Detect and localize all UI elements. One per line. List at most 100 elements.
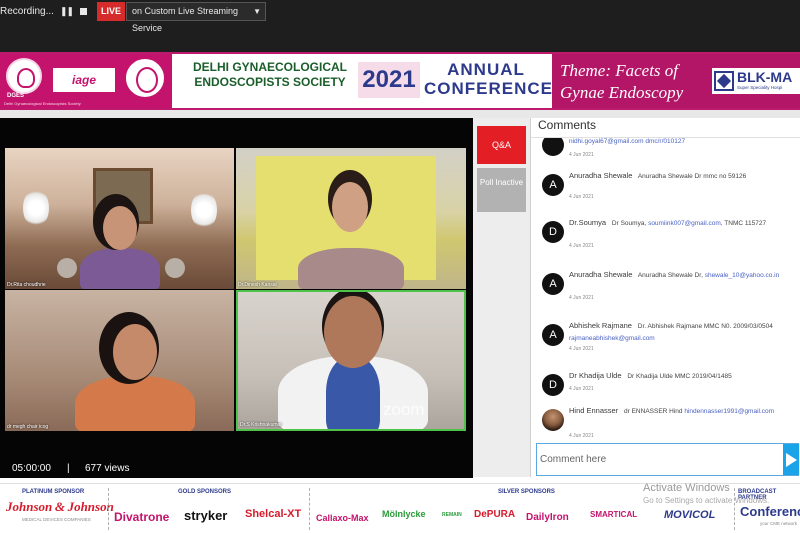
- comment-email[interactable]: rajmaneabhishek@gmail.com: [569, 335, 655, 342]
- silver-sponsor-heading: SILVER SPONSORS: [498, 489, 555, 495]
- avatar: [542, 138, 564, 156]
- pause-icon[interactable]: ❚❚: [60, 6, 74, 17]
- comment-text: Anuradha Shewale Dr,: [637, 272, 703, 279]
- list-item: Hind Ennasser dr ENNASSER Hind hindennas…: [531, 401, 800, 442]
- platinum-sponsor-heading: PLATINUM SPONSOR: [22, 489, 85, 495]
- comment-time: 4 Jun 2021: [569, 152, 594, 158]
- stream-service-label: on Custom Live Streaming Service: [132, 6, 239, 33]
- comment-email[interactable]: hindennasser1991@gmail.com: [684, 408, 774, 415]
- comments-list[interactable]: nidhi.goyal67@gmail.com dmc/r/010127 4 J…: [531, 137, 800, 442]
- list-item: D Dr.Soumya Dr Soumya, soumiink007@gmail…: [531, 213, 800, 260]
- participant-name: Dr.Rita choudhrie: [7, 282, 46, 288]
- video-tile-1: Dr.Rita choudhrie: [5, 148, 234, 289]
- comment-input[interactable]: [540, 448, 780, 471]
- participant-name: Dr.Dinesh Kansal: [238, 282, 277, 288]
- orchid-decor: [23, 188, 49, 228]
- comment-time: 4 Jun 2021: [569, 346, 594, 352]
- chevron-down-icon: ▼: [253, 7, 261, 16]
- comments-title: Comments: [538, 118, 597, 132]
- divider: [309, 488, 310, 530]
- avatar: [542, 409, 564, 431]
- conference-title: ANNUAL CONFERENCE: [424, 60, 554, 98]
- comment-body: Anuradha Shewale Anuradha Shewale Dr, sh…: [569, 269, 794, 282]
- comment-time: 4 Jun 2021: [569, 194, 594, 200]
- stream-service-select[interactable]: on Custom Live Streaming Service ▼: [126, 2, 266, 33]
- comment-text: TNMC 115727: [724, 220, 767, 227]
- screen: Recording... ❚❚ LIVE on Custom Live Stre…: [0, 0, 800, 533]
- sponsor-logo: Johnson & Johnson: [6, 499, 114, 514]
- participant-head: [113, 324, 157, 380]
- banner-logo-panel: DGES Delhi Gynaecological Endoscopists S…: [0, 54, 172, 108]
- avatar: D: [542, 221, 564, 243]
- conference-year: 2021: [358, 62, 420, 98]
- sponsor-sub: your CME network: [760, 521, 798, 526]
- comment-body: Hind Ennasser dr ENNASSER Hind hindennas…: [569, 405, 794, 418]
- side-actions: Q&A Poll Inactive: [473, 118, 530, 477]
- hospital-sub: Super Speciality Hospi: [737, 85, 783, 90]
- comment-body: Anuradha Shewale Anuradha Shewale Dr mmc…: [569, 170, 794, 183]
- participant-body: [298, 248, 404, 289]
- participant-head: [324, 296, 382, 368]
- hospital-logo: BLK-MA Super Speciality Hospi: [712, 68, 800, 94]
- comment-text: Dr. Abhishek Rajmane MMC N0. 2009/03/050…: [637, 323, 773, 330]
- theme-panel: Theme: Facets of Gynae Endoscopy: [552, 54, 712, 108]
- divider: [0, 110, 800, 118]
- sponsor-logo: Mölnlycke: [382, 509, 426, 519]
- comment-time: 4 Jun 2021: [569, 295, 594, 301]
- sponsor-logo: Shelcal-XT: [245, 508, 302, 520]
- list-item: A Anuradha Shewale Anuradha Shewale Dr, …: [531, 265, 800, 312]
- sponsor-logo: DailyIron: [526, 512, 569, 523]
- participant-name: Dr.S Krishnakumar: [240, 422, 282, 428]
- send-icon[interactable]: [783, 444, 799, 475]
- comment-text: Dr Khadija Ulde MMC 2019/04/1485: [627, 373, 732, 380]
- comment-email[interactable]: shewale_10@yahoo.co.in: [705, 272, 780, 279]
- comment-email[interactable]: soumiink007@gmail.com,: [648, 220, 723, 227]
- avatar: A: [542, 174, 564, 196]
- stop-icon[interactable]: [80, 8, 87, 15]
- sponsor-logo: Callaxo-Max: [316, 513, 369, 523]
- sponsor-logo: Conference: [740, 504, 800, 519]
- sponsor-logo: REMAIN: [442, 512, 462, 518]
- comment-time: 4 Jun 2021: [569, 386, 594, 392]
- qa-button[interactable]: Q&A: [477, 126, 526, 164]
- divider: [734, 488, 735, 530]
- sponsor-logo: MOVICOL: [664, 509, 716, 521]
- sponsor-sub: MEDICAL DEVICES COMPANIES: [22, 517, 91, 522]
- iage-logo: iage: [53, 68, 115, 92]
- avatar: A: [542, 324, 564, 346]
- sponsor-logo: stryker: [184, 508, 228, 523]
- dges-sub: Delhi Gynaecological Endoscopists Societ…: [4, 101, 81, 106]
- recording-bar: Recording... ❚❚ LIVE on Custom Live Stre…: [0, 0, 800, 52]
- sponsor-logo: SMARTICAL: [590, 510, 638, 519]
- comment-text: dr ENNASSER Hind: [624, 408, 683, 415]
- orchid-decor: [191, 190, 217, 230]
- society-round-logo: [123, 56, 167, 100]
- video-player[interactable]: Dr.Rita choudhrie Dr.Dinesh Kansal dr me…: [0, 118, 473, 478]
- list-item: nidhi.goyal67@gmail.com dmc/r/010127 4 J…: [531, 138, 800, 165]
- comments-panel: Comments nidhi.goyal67@gmail.com dmc/r/0…: [530, 118, 800, 477]
- sponsor-logo: Divatrone: [114, 510, 170, 524]
- recording-status: Recording...: [0, 6, 54, 17]
- vase-decor: [57, 258, 77, 278]
- video-tile-2: Dr.Dinesh Kansal: [236, 148, 466, 289]
- stream-timer: 05:00:00: [12, 463, 51, 474]
- comment-author: Dr.Soumya: [569, 218, 607, 227]
- gold-sponsor-heading: GOLD SPONSORS: [178, 489, 232, 495]
- video-tile-4-active-speaker: zoom Dr.S Krishnakumar: [236, 290, 466, 431]
- zoom-watermark: zoom: [383, 400, 425, 419]
- list-item: A Anuradha Shewale Anuradha Shewale Dr m…: [531, 166, 800, 213]
- view-count: 677 views: [85, 463, 130, 474]
- participant-head: [332, 182, 368, 232]
- live-badge[interactable]: LIVE: [97, 2, 125, 21]
- participant-body: [80, 248, 160, 289]
- comment-author: Dr Khadija Ulde: [569, 371, 622, 380]
- comment-author: Abhishek Rajmane: [569, 321, 632, 330]
- separator: |: [67, 463, 70, 474]
- dges-logo: [6, 58, 42, 94]
- avatar: D: [542, 374, 564, 396]
- poll-button[interactable]: Poll Inactive: [477, 168, 526, 212]
- comment-body: Dr.Soumya Dr Soumya, soumiink007@gmail.c…: [569, 217, 794, 230]
- activate-windows-sub: Go to Settings to activate Windows.: [643, 496, 770, 505]
- comment-text: nidhi.goyal67@gmail.com dmc/r/010127: [569, 138, 686, 145]
- hospital-mark-icon: [714, 71, 734, 91]
